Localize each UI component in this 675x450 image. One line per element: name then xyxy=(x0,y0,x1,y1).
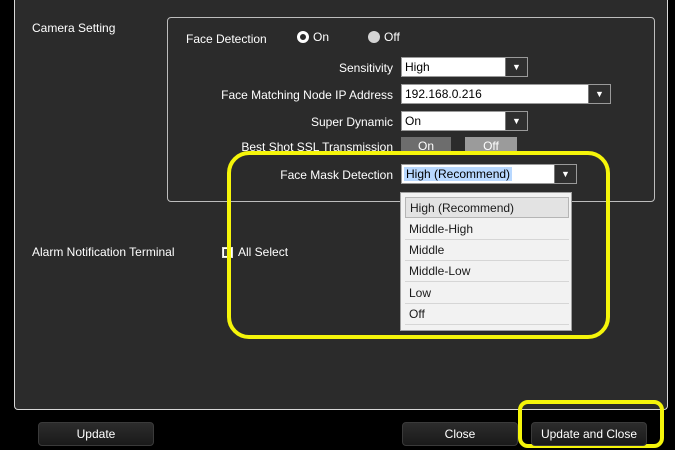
face-detection-off-label: Off xyxy=(384,30,400,44)
face-detection-off-radio[interactable]: Off xyxy=(368,30,400,44)
update-button[interactable]: Update xyxy=(38,422,154,446)
face-matching-ip-label: Face Matching Node IP Address xyxy=(221,88,393,102)
alarm-notification-label: Alarm Notification Terminal xyxy=(32,245,175,259)
sensitivity-label: Sensitivity xyxy=(338,61,393,75)
super-dynamic-select[interactable]: On ▼ xyxy=(401,111,528,131)
face-detection-on-radio[interactable]: On xyxy=(297,30,329,44)
super-dynamic-label: Super Dynamic xyxy=(310,115,393,129)
face-matching-ip-value: 192.168.0.216 xyxy=(405,87,482,101)
chevron-down-icon: ▼ xyxy=(505,58,527,76)
chevron-down-icon: ▼ xyxy=(505,112,527,130)
face-detection-on-label: On xyxy=(313,30,330,44)
camera-setting-label: Camera Setting xyxy=(32,21,116,35)
close-button[interactable]: Close xyxy=(402,422,518,446)
sensitivity-value: High xyxy=(405,60,430,74)
chevron-down-icon: ▼ xyxy=(588,85,610,103)
sensitivity-select[interactable]: High ▼ xyxy=(401,57,528,77)
radio-unselected-icon xyxy=(368,31,380,43)
radio-selected-icon xyxy=(297,31,309,43)
super-dynamic-value: On xyxy=(405,114,422,128)
update-and-close-button[interactable]: Update and Close xyxy=(531,422,647,446)
face-matching-ip-select[interactable]: 192.168.0.216 ▼ xyxy=(401,84,611,104)
highlight-annotation xyxy=(227,151,610,339)
face-detection-label: Face Detection xyxy=(186,32,267,46)
